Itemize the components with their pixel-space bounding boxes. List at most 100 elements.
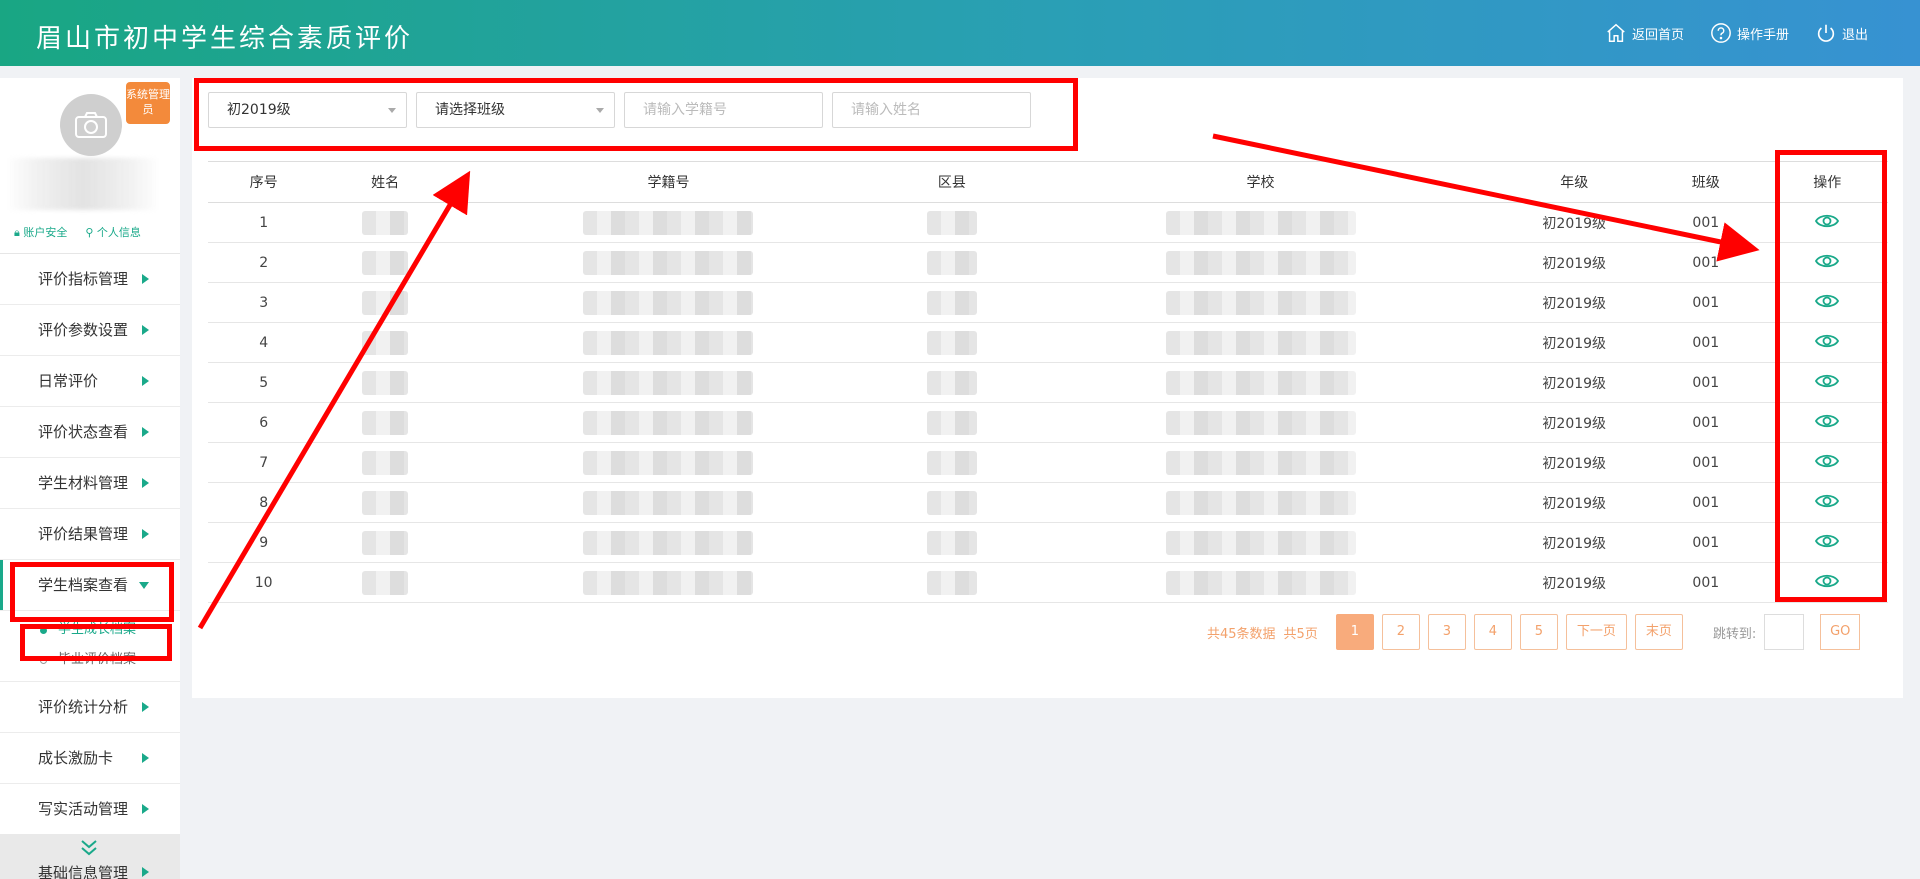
caret-right-icon (142, 804, 149, 814)
redacted-block (362, 450, 409, 475)
sidebar-item-basic-info[interactable]: 基础信息管理 (38, 862, 128, 879)
sidebar-item-incentive-card[interactable]: 成长激励卡 (0, 733, 180, 784)
avatar[interactable] (60, 94, 122, 156)
cell-student-no-redacted (450, 362, 887, 403)
redacted-block (362, 530, 409, 555)
main-panel: 初2019级 请选择班级 序号 姓名 学籍号 区县 学校 年级 班级 操作 1初… (192, 78, 1903, 698)
redacted-block (362, 210, 409, 235)
cell-district-redacted (886, 242, 1018, 283)
sidebar-item-eval-status[interactable]: 评价状态查看 (0, 407, 180, 458)
sidebar-scroll-more[interactable]: 基础信息管理 (0, 834, 180, 879)
redacted-block (926, 210, 977, 235)
sidebar-item-label: 评价统计分析 (38, 698, 129, 716)
cell-student-no-redacted (450, 562, 887, 603)
cell-grade: 初2019级 (1503, 202, 1646, 243)
cell-school-redacted (1017, 442, 1504, 483)
caret-right-icon (142, 376, 149, 386)
jump-page-input[interactable] (1764, 614, 1805, 650)
table-row: 6 初2019级 001 (208, 402, 1888, 443)
redacted-block (1165, 330, 1356, 355)
account-security-link[interactable]: 🔒︎ 账户安全 (14, 224, 67, 240)
manual-link[interactable]: 操作手册 (1710, 22, 1789, 44)
redacted-block (1165, 530, 1356, 555)
cell-district-redacted (886, 482, 1018, 523)
sidebar-item-daily-eval[interactable]: 日常评价 (0, 356, 180, 407)
page-button-4[interactable]: 4 (1473, 614, 1512, 650)
cell-school-redacted (1017, 242, 1504, 283)
cell-student-no-redacted (450, 442, 887, 483)
cell-class: 001 (1645, 202, 1767, 243)
cell-grade: 初2019级 (1503, 322, 1646, 363)
table-row: 5 初2019级 001 (208, 362, 1888, 403)
page-button-3[interactable]: 3 (1427, 614, 1466, 650)
cell-school-redacted (1017, 322, 1504, 363)
help-icon (1711, 23, 1731, 43)
home-link[interactable]: 返回首页 (1605, 22, 1684, 44)
cell-name-redacted (319, 562, 451, 603)
redacted-block (583, 370, 754, 395)
redacted-block (583, 410, 754, 435)
next-page-button[interactable]: 下一页 (1565, 614, 1627, 650)
cell-district-redacted (886, 322, 1018, 363)
caret-right-icon (142, 529, 149, 539)
table-row: 9 初2019级 001 (208, 522, 1888, 563)
annotation-box-submenu (20, 624, 172, 661)
cell-grade: 初2019级 (1503, 442, 1646, 483)
table-row: 4 初2019级 001 (208, 322, 1888, 363)
cell-student-no-redacted (450, 522, 887, 563)
sidebar-item-activity-manage[interactable]: 写实活动管理 (0, 784, 180, 835)
cell-grade: 初2019级 (1503, 562, 1646, 603)
sidebar-item-statistics[interactable]: 评价统计分析 (0, 682, 180, 733)
cell-student-no-redacted (450, 402, 887, 443)
cell-student-no-redacted (450, 282, 887, 323)
sidebar-item-label: 评价结果管理 (38, 525, 129, 543)
redacted-block (1165, 210, 1356, 235)
col-district: 区县 (886, 161, 1018, 203)
table-row: 1 初2019级 001 (208, 202, 1888, 243)
redacted-block (583, 250, 754, 275)
sidebar-item-indicator-manage[interactable]: 评价指标管理 (0, 254, 180, 305)
logout-link[interactable]: 退出 (1815, 22, 1868, 44)
total-count: 共45条数据 (1207, 626, 1276, 642)
col-grade: 年级 (1503, 161, 1646, 203)
top-header: 眉山市初中学生综合素质评价 返回首页 操作手册 退出 (0, 0, 1920, 66)
sidebar-item-label: 成长激励卡 (38, 749, 114, 767)
app-title: 眉山市初中学生综合素质评价 (36, 24, 414, 54)
col-class: 班级 (1645, 161, 1767, 203)
caret-right-icon (142, 867, 149, 877)
redacted-block (362, 330, 409, 355)
annotation-box-filters (194, 78, 1078, 151)
user-profile: 系统管理员 🔒︎ 账户安全 ⚲ 个人信息 (0, 78, 180, 254)
cell-index: 6 (208, 402, 320, 443)
page-button-2[interactable]: 2 (1381, 614, 1420, 650)
cell-name-redacted (319, 482, 451, 523)
cell-index: 5 (208, 362, 320, 403)
power-icon (1817, 24, 1835, 42)
last-page-button[interactable]: 末页 (1634, 614, 1683, 650)
redacted-block (1165, 250, 1356, 275)
sidebar-item-eval-results[interactable]: 评价结果管理 (0, 509, 180, 560)
sidebar-item-label: 评价参数设置 (38, 321, 129, 339)
page-button-1[interactable]: 1 (1335, 614, 1374, 650)
cell-school-redacted (1017, 482, 1504, 523)
cell-grade: 初2019级 (1503, 482, 1646, 523)
table-row: 7 初2019级 001 (208, 442, 1888, 483)
cell-class: 001 (1645, 402, 1767, 443)
redacted-block (1165, 570, 1356, 595)
cell-school-redacted (1017, 202, 1504, 243)
cell-index: 3 (208, 282, 320, 323)
cell-name-redacted (319, 362, 451, 403)
go-button[interactable]: GO (1820, 614, 1861, 650)
cell-index: 9 (208, 522, 320, 563)
col-index: 序号 (208, 161, 320, 203)
cell-name-redacted (319, 202, 451, 243)
cell-index: 7 (208, 442, 320, 483)
sidebar-item-student-materials[interactable]: 学生材料管理 (0, 458, 180, 509)
sidebar-item-param-settings[interactable]: 评价参数设置 (0, 305, 180, 356)
personal-info-link[interactable]: ⚲ 个人信息 (85, 224, 141, 240)
redacted-block (1165, 450, 1356, 475)
cell-district-redacted (886, 202, 1018, 243)
cell-class: 001 (1645, 282, 1767, 323)
redacted-block (362, 490, 409, 515)
page-button-5[interactable]: 5 (1519, 614, 1558, 650)
